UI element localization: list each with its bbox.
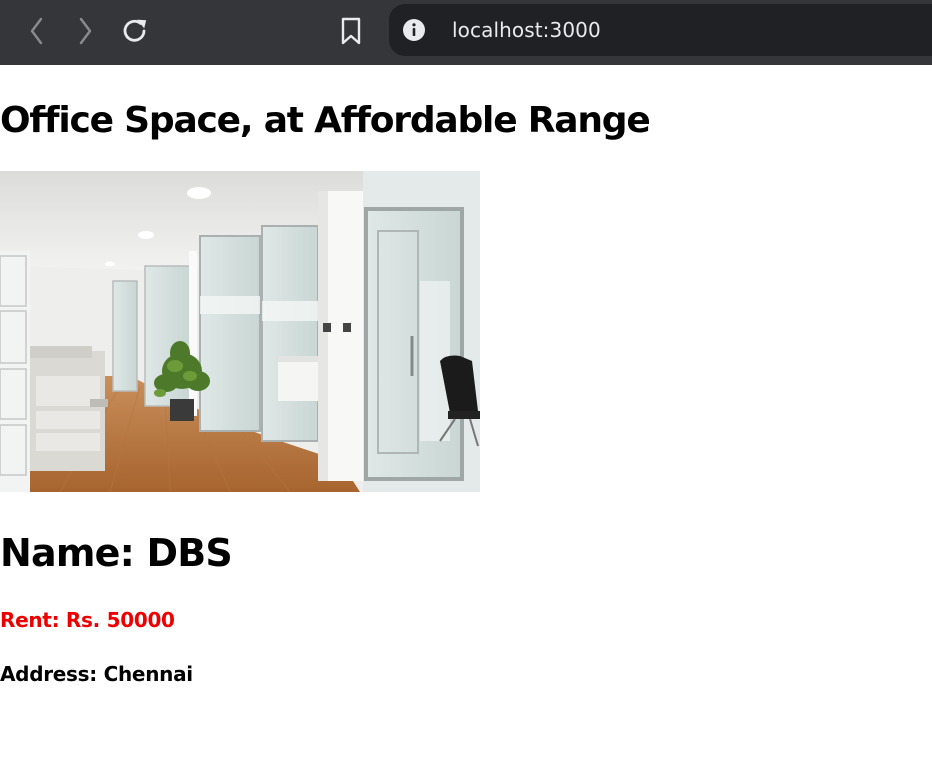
bookmark-icon bbox=[341, 17, 361, 45]
listing-address: Address: Chennai bbox=[0, 661, 193, 687]
back-button[interactable] bbox=[20, 10, 54, 52]
chevron-left-icon bbox=[30, 17, 43, 45]
listing-name-label: Name: bbox=[0, 531, 147, 575]
office-photo bbox=[0, 171, 480, 492]
listing-rent: Rent: Rs. 50000 bbox=[0, 607, 175, 633]
rent-label: Rent: Rs. bbox=[0, 608, 107, 632]
page-content: Office Space, at Affordable Range Name: … bbox=[0, 65, 932, 767]
url-text[interactable]: localhost:3000 bbox=[452, 18, 601, 42]
browser-toolbar: localhost:3000 bbox=[0, 0, 932, 65]
listing-name-value: DBS bbox=[146, 531, 232, 575]
reload-button[interactable] bbox=[118, 10, 152, 52]
rent-value: 50000 bbox=[106, 608, 175, 632]
reload-icon bbox=[123, 19, 147, 42]
chevron-right-icon bbox=[79, 17, 92, 45]
bookmark-button[interactable] bbox=[334, 10, 368, 52]
page-title: Office Space, at Affordable Range bbox=[0, 100, 651, 141]
address-value: Chennai bbox=[103, 662, 194, 686]
forward-button[interactable] bbox=[68, 10, 102, 52]
address-label: Address: bbox=[0, 662, 104, 686]
listing-name: Name: DBS bbox=[0, 530, 233, 576]
address-bar[interactable]: localhost:3000 bbox=[389, 4, 932, 56]
info-icon[interactable] bbox=[403, 19, 425, 41]
